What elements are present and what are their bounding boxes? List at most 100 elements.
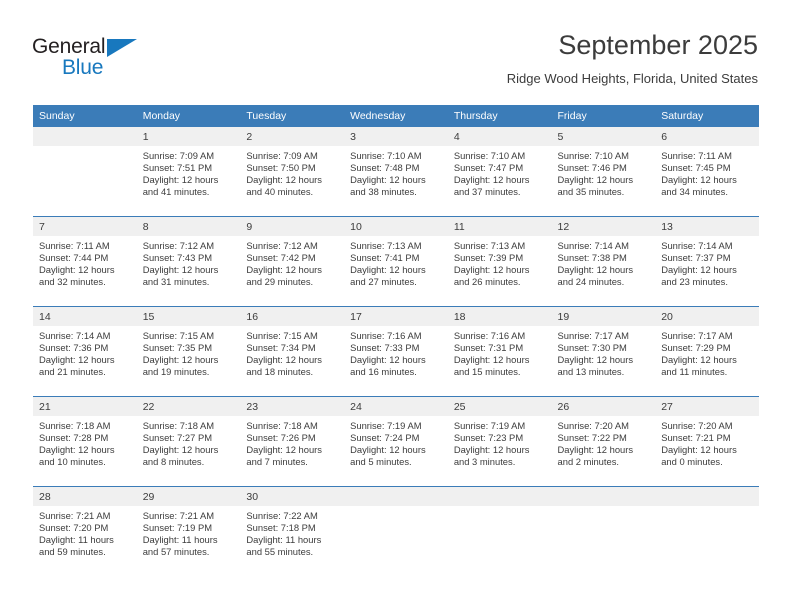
sunset-time: Sunset: 7:36 PM: [39, 342, 109, 354]
generalblue-logo[interactable]: General Blue: [32, 36, 162, 84]
calendar-day-cell[interactable]: 3 Sunrise: 7:10 AM Sunset: 7:48 PM Daylight…: [344, 127, 448, 217]
calendar-day-cell[interactable]: 16 Sunrise: 7:15 AM Sunset: 7:34 PM Dayligh…: [240, 306, 345, 397]
calendar-day-cell[interactable]: 15 Sunrise: 7:15 AM Sunset: 7:35 PM Dayligh…: [136, 306, 241, 397]
sunrise-time: Sunrise: 7:13 AM: [350, 240, 422, 251]
calendar-day-cell[interactable]: 29 Sunrise: 7:21 AM Sunset: 7:19 PM Dayligh…: [136, 486, 241, 576]
sunset-time: Sunset: 7:26 PM: [246, 432, 316, 444]
day-number: 23: [240, 397, 345, 416]
calendar-day-cell[interactable]: 18 Sunrise: 7:16 AM Sunset: 7:31 PM Dayligh…: [447, 306, 552, 397]
calendar-day-cell[interactable]: 23 Sunrise: 7:18 AM Sunset: 7:26 PM Dayligh…: [240, 396, 345, 487]
calendar-day-cell[interactable]: 14 Sunrise: 7:14 AM Sunset: 7:36 PM Dayligh…: [33, 306, 137, 397]
calendar-day-cell[interactable]: 5 Sunrise: 7:10 AM Sunset: 7:46 PM Daylight…: [551, 127, 656, 217]
daylight-duration-line2: and 37 minutes.: [453, 186, 521, 198]
daylight-duration-line1: Daylight: 12 hours: [142, 354, 219, 366]
daylight-duration-line1: Daylight: 11 hours: [246, 534, 322, 546]
sunrise-time: Sunrise: 7:09 AM: [142, 150, 215, 161]
daylight-duration-line2: and 59 minutes.: [39, 546, 106, 558]
page-title: September 2025: [558, 30, 758, 60]
calendar-day-cell[interactable]: 6 Sunrise: 7:11 AM Sunset: 7:45 PM Daylight…: [655, 127, 759, 217]
calendar-day-cell[interactable]: 7 Sunrise: 7:11 AM Sunset: 7:44 PM Daylight…: [33, 216, 137, 307]
day-number: [655, 487, 759, 506]
daylight-duration-line2: and 26 minutes.: [453, 276, 521, 288]
day-number: 7: [33, 217, 137, 236]
daylight-duration-line1: Daylight: 12 hours: [557, 174, 634, 186]
daylight-duration-line2: and 57 minutes.: [142, 546, 210, 558]
daylight-duration-line1: Daylight: 12 hours: [246, 174, 322, 186]
daylight-duration-line2: and 8 minutes.: [142, 456, 205, 468]
calendar-day-cell[interactable]: 22 Sunrise: 7:18 AM Sunset: 7:27 PM Dayligh…: [136, 396, 241, 487]
sunrise-time: Sunrise: 7:11 AM: [661, 150, 732, 161]
calendar-day-cell[interactable]: 9 Sunrise: 7:12 AM Sunset: 7:42 PM Daylight…: [240, 216, 345, 307]
calendar-day-cell[interactable]: 17 Sunrise: 7:16 AM Sunset: 7:33 PM Dayligh…: [344, 306, 448, 397]
daylight-duration-line2: and 10 minutes.: [39, 456, 106, 468]
sunrise-time: Sunrise: 7:10 AM: [557, 150, 629, 161]
day-details: Sunrise: 7:16 AM Sunset: 7:33 PM Daylight:…: [344, 326, 448, 378]
calendar-day-cell[interactable]: 30 Sunrise: 7:22 AM Sunset: 7:18 PM Dayligh…: [240, 486, 345, 576]
sunset-time: Sunset: 7:48 PM: [350, 162, 420, 174]
calendar-day-cell[interactable]: 2 Sunrise: 7:09 AM Sunset: 7:50 PM Daylight…: [240, 127, 345, 217]
daylight-duration-line1: Daylight: 12 hours: [39, 264, 115, 276]
daylight-duration-line2: and 55 minutes.: [246, 546, 314, 558]
day-details: Sunrise: 7:14 AM Sunset: 7:37 PM Daylight:…: [655, 236, 759, 288]
sunrise-time: Sunrise: 7:20 AM: [557, 420, 629, 431]
sunrise-time: Sunrise: 7:21 AM: [142, 510, 215, 521]
calendar-day-cell[interactable]: 26 Sunrise: 7:20 AM Sunset: 7:22 PM Dayligh…: [551, 396, 656, 487]
calendar-week-row: 7 Sunrise: 7:11 AM Sunset: 7:44 PM Daylight…: [33, 216, 759, 307]
day-number: 17: [344, 307, 448, 326]
weekday-header-monday: Monday: [136, 105, 241, 127]
calendar-day-cell[interactable]: 10 Sunrise: 7:13 AM Sunset: 7:41 PM Dayligh…: [344, 216, 448, 307]
calendar-day-cell[interactable]: 4 Sunrise: 7:10 AM Sunset: 7:47 PM Daylight…: [447, 127, 552, 217]
sunrise-time: Sunrise: 7:21 AM: [39, 510, 111, 521]
day-number: 5: [551, 127, 656, 146]
sunrise-time: Sunrise: 7:16 AM: [453, 330, 526, 341]
calendar-day-cell[interactable]: 8 Sunrise: 7:12 AM Sunset: 7:43 PM Daylight…: [136, 216, 241, 307]
day-details: Sunrise: 7:18 AM Sunset: 7:26 PM Daylight:…: [240, 416, 344, 468]
day-number: 9: [240, 217, 345, 236]
calendar-day-cell[interactable]: 27 Sunrise: 7:20 AM Sunset: 7:21 PM Dayligh…: [655, 396, 759, 487]
daylight-duration-line1: Daylight: 12 hours: [453, 354, 530, 366]
calendar-day-cell[interactable]: 19 Sunrise: 7:17 AM Sunset: 7:30 PM Dayligh…: [551, 306, 656, 397]
calendar-day-cell[interactable]: 21 Sunrise: 7:18 AM Sunset: 7:28 PM Dayligh…: [33, 396, 137, 487]
calendar-day-cell[interactable]: 13 Sunrise: 7:14 AM Sunset: 7:37 PM Dayligh…: [655, 216, 759, 307]
day-number: [344, 487, 448, 506]
daylight-duration-line1: Daylight: 12 hours: [453, 444, 530, 456]
day-details: Sunrise: 7:13 AM Sunset: 7:39 PM Daylight:…: [448, 236, 552, 288]
daylight-duration-line2: and 34 minutes.: [661, 186, 728, 198]
weekday-header-sunday: Sunday: [33, 105, 137, 127]
calendar-day-cell[interactable]: 28 Sunrise: 7:21 AM Sunset: 7:20 PM Dayligh…: [33, 486, 137, 576]
calendar-day-cell[interactable]: 20 Sunrise: 7:17 AM Sunset: 7:29 PM Dayligh…: [655, 306, 759, 397]
sunrise-time: Sunrise: 7:18 AM: [142, 420, 215, 431]
day-details: Sunrise: 7:09 AM Sunset: 7:50 PM Daylight:…: [240, 146, 344, 198]
sunset-time: Sunset: 7:42 PM: [246, 252, 316, 264]
calendar-cell-empty: [551, 486, 656, 576]
day-details: Sunrise: 7:20 AM Sunset: 7:22 PM Daylight:…: [552, 416, 656, 468]
calendar-day-cell[interactable]: 25 Sunrise: 7:19 AM Sunset: 7:23 PM Dayligh…: [447, 396, 552, 487]
daylight-duration-line2: and 21 minutes.: [39, 366, 106, 378]
calendar-day-cell[interactable]: 24 Sunrise: 7:19 AM Sunset: 7:24 PM Dayligh…: [344, 396, 448, 487]
weekday-header-wednesday: Wednesday: [344, 105, 448, 127]
sunset-time: Sunset: 7:31 PM: [453, 342, 524, 354]
day-number: 20: [655, 307, 759, 326]
day-details: Sunrise: 7:12 AM Sunset: 7:42 PM Daylight:…: [240, 236, 344, 288]
daylight-duration-line1: Daylight: 12 hours: [142, 264, 219, 276]
weekday-header-thursday: Thursday: [447, 105, 552, 127]
calendar-day-cell[interactable]: 12 Sunrise: 7:14 AM Sunset: 7:38 PM Dayligh…: [551, 216, 656, 307]
day-details: Sunrise: 7:13 AM Sunset: 7:41 PM Daylight:…: [344, 236, 448, 288]
daylight-duration-line2: and 35 minutes.: [557, 186, 625, 198]
daylight-duration-line1: Daylight: 12 hours: [557, 444, 634, 456]
calendar-day-cell[interactable]: 11 Sunrise: 7:13 AM Sunset: 7:39 PM Dayligh…: [447, 216, 552, 307]
calendar-week-row: 1 Sunrise: 7:09 AM Sunset: 7:51 PM Daylight…: [33, 127, 759, 217]
daylight-duration-line1: Daylight: 12 hours: [350, 354, 426, 366]
sunrise-time: Sunrise: 7:20 AM: [661, 420, 733, 431]
daylight-duration-line2: and 3 minutes.: [453, 456, 516, 468]
day-details: Sunrise: 7:12 AM Sunset: 7:43 PM Daylight:…: [137, 236, 241, 288]
sunset-time: Sunset: 7:50 PM: [246, 162, 316, 174]
calendar-day-cell[interactable]: 1 Sunrise: 7:09 AM Sunset: 7:51 PM Daylight…: [136, 127, 241, 217]
sunset-time: Sunset: 7:30 PM: [557, 342, 627, 354]
logo-triangle-icon: [107, 39, 137, 57]
day-details: Sunrise: 7:15 AM Sunset: 7:34 PM Daylight:…: [240, 326, 344, 378]
sunrise-time: Sunrise: 7:18 AM: [246, 420, 318, 431]
day-number: 24: [344, 397, 448, 416]
day-number: 12: [551, 217, 656, 236]
sunset-time: Sunset: 7:44 PM: [39, 252, 109, 264]
